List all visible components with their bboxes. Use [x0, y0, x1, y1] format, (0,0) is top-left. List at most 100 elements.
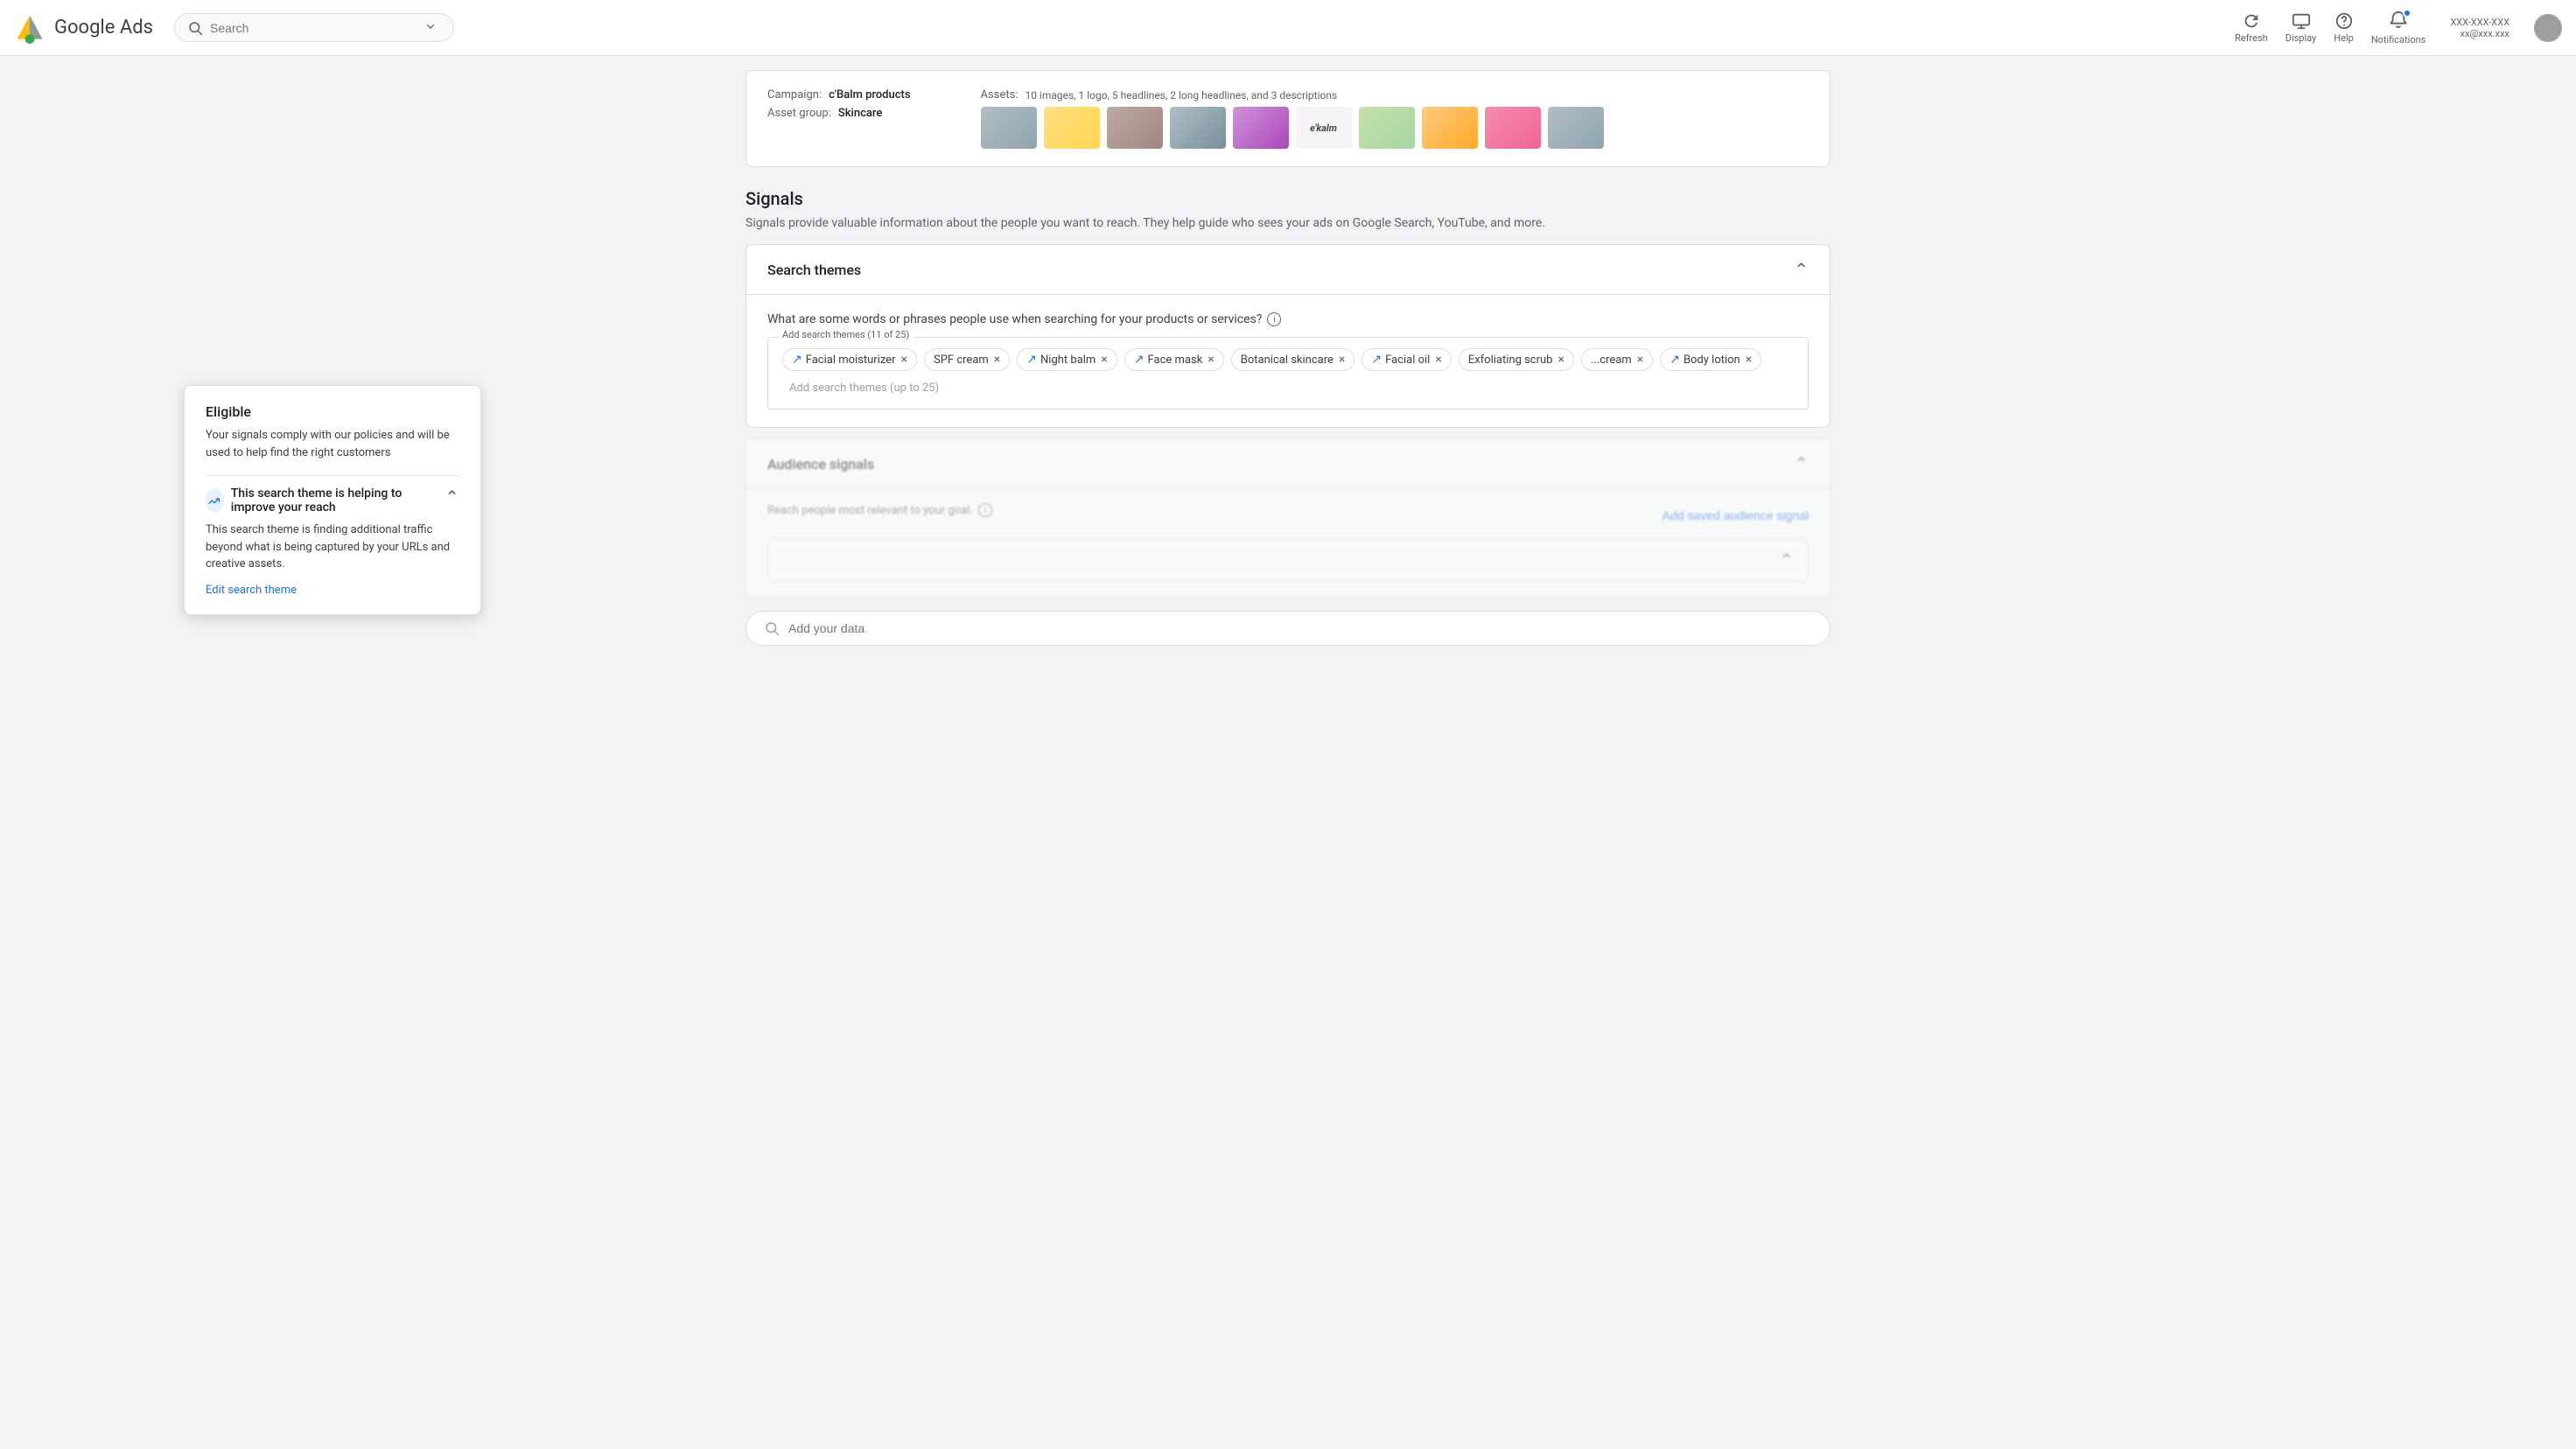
thumbnail-9: [1548, 107, 1604, 149]
chevron-up-icon-inner: ⌃: [1779, 550, 1794, 570]
search-themes-question: What are some words or phrases people us…: [767, 312, 1809, 326]
signals-description: Signals provide valuable information abo…: [746, 216, 1830, 230]
thumbnail-6: [1359, 107, 1415, 149]
info-icon[interactable]: i: [1267, 312, 1281, 326]
search-icon: [187, 20, 203, 36]
refresh-label: Refresh: [2235, 32, 2268, 44]
add-saved-signal-button[interactable]: Add saved audience signal: [1662, 508, 1809, 522]
trend-icon: ↗: [1670, 353, 1680, 367]
tag-label: SPF cream: [934, 354, 989, 367]
search-themes-title: Search themes: [767, 262, 861, 278]
campaign-card: Campaign: c'Balm products Asset group: S…: [746, 70, 1830, 167]
display-button[interactable]: Display: [2286, 11, 2317, 44]
app-title: Google Ads: [54, 17, 153, 38]
tag-remove-icon[interactable]: ×: [1208, 353, 1214, 367]
asset-group-value: Skincare: [838, 107, 882, 120]
tag-remove-icon[interactable]: ×: [1339, 353, 1345, 367]
asset-group-label: Asset group:: [767, 107, 831, 120]
tag-cream[interactable]: ...cream ×: [1581, 348, 1653, 371]
account-info: XXX-XXX-XXX xx@xxx.xxx: [2450, 17, 2510, 39]
tag-label: Exfoliating scrub: [1468, 354, 1553, 367]
tag-remove-icon[interactable]: ×: [901, 353, 907, 367]
search-dropdown-button[interactable]: [420, 19, 441, 36]
tag-label: ...cream: [1591, 354, 1632, 367]
signals-section: Signals Signals provide valuable informa…: [746, 188, 1830, 646]
audience-description: Reach people most relevant to your goal.…: [767, 503, 992, 517]
nav-actions: Refresh Display Help: [2235, 10, 2562, 46]
assets-description: 10 images, 1 logo, 5 headlines, 2 long h…: [1025, 89, 1337, 102]
tooltip-collapse-button[interactable]: ⌃: [444, 486, 459, 508]
tag-body-lotion[interactable]: ↗ Body lotion ×: [1660, 348, 1761, 371]
tag-botanical-skincare[interactable]: Botanical skincare ×: [1231, 348, 1355, 371]
google-ads-logo-icon: [14, 12, 46, 44]
tag-remove-icon[interactable]: ×: [1101, 353, 1107, 367]
tag-night-balm[interactable]: ↗ Night balm ×: [1017, 348, 1117, 371]
notifications-button[interactable]: Notifications: [2371, 10, 2426, 46]
thumbnail-7: [1422, 107, 1478, 149]
tag-remove-icon[interactable]: ×: [1637, 353, 1643, 367]
notification-badge-dot: [2403, 9, 2412, 18]
trend-icon: ↗: [1134, 353, 1144, 367]
thumbnail-5: [1233, 107, 1289, 149]
chevron-up-icon: ⌃: [1794, 259, 1809, 280]
tag-exfoliating-scrub[interactable]: Exfoliating scrub ×: [1459, 348, 1574, 371]
notifications-label: Notifications: [2371, 34, 2426, 46]
logo-area: Google Ads: [14, 12, 153, 44]
tag-label: Body lotion: [1684, 354, 1740, 367]
audience-row: Reach people most relevant to your goal.…: [767, 503, 1809, 528]
bottom-search-icon: [764, 620, 780, 636]
search-themes-card: Search themes ⌃ What are some words or p…: [746, 244, 1830, 428]
tag-spf-cream[interactable]: SPF cream ×: [924, 348, 1010, 371]
campaign-value: c'Balm products: [829, 88, 910, 102]
thumbnail-8: [1485, 107, 1541, 149]
tag-label: Facial moisturizer: [806, 354, 896, 367]
chevron-up-icon-audience: ⌃: [1794, 453, 1809, 474]
audience-info-icon[interactable]: i: [978, 503, 992, 517]
tag-remove-icon[interactable]: ×: [1558, 353, 1564, 367]
tag-label: Night balm: [1040, 354, 1096, 367]
trend-icon-circle: [206, 488, 224, 513]
tag-label: Facial oil: [1385, 354, 1430, 367]
thumbnail-3: [1107, 107, 1163, 149]
help-label: Help: [2334, 32, 2354, 44]
thumbnail-brand: e'kalm: [1296, 107, 1352, 149]
account-id-line2: xx@xxx.xxx: [2460, 28, 2510, 39]
bottom-search-bar[interactable]: [746, 611, 1830, 646]
tag-remove-icon[interactable]: ×: [994, 353, 1000, 367]
tooltip-body: Your signals comply with our policies an…: [206, 427, 459, 461]
audience-inner-header: ⌃: [768, 539, 1808, 581]
help-button[interactable]: Help: [2334, 11, 2354, 44]
search-input[interactable]: [210, 21, 413, 35]
tooltip-section-title: This search theme is helping to improve …: [206, 486, 438, 514]
tooltip-section: This search theme is helping to improve …: [206, 475, 459, 597]
audience-card-body: Reach people most relevant to your goal.…: [746, 489, 1830, 596]
tag-remove-icon[interactable]: ×: [1435, 353, 1441, 367]
tag-remove-icon[interactable]: ×: [1746, 353, 1752, 367]
user-avatar[interactable]: [2534, 14, 2562, 42]
audience-signals-title: Audience signals: [767, 456, 874, 472]
tag-label: Botanical skincare: [1241, 354, 1334, 367]
refresh-button[interactable]: Refresh: [2235, 11, 2268, 44]
audience-signals-header[interactable]: Audience signals ⌃: [746, 439, 1830, 489]
account-id-line1: XXX-XXX-XXX: [2450, 17, 2510, 28]
trend-icon: ↗: [1026, 353, 1037, 367]
search-themes-header[interactable]: Search themes ⌃: [746, 245, 1830, 295]
main-content: Campaign: c'Balm products Asset group: S…: [676, 56, 1900, 660]
trend-icon: ↗: [792, 353, 802, 367]
tooltip-section-header: This search theme is helping to improve …: [206, 486, 459, 514]
tag-label: Face mask: [1148, 354, 1203, 367]
tag-facial-moisturizer[interactable]: ↗ Facial moisturizer ×: [782, 348, 917, 371]
tags-label: Add search themes (11 of 25): [779, 329, 913, 340]
bottom-search-input[interactable]: [788, 621, 1812, 635]
display-label: Display: [2286, 32, 2317, 44]
tag-face-mask[interactable]: ↗ Face mask ×: [1124, 348, 1224, 371]
tag-facial-oil[interactable]: ↗ Facial oil ×: [1362, 348, 1451, 371]
edit-search-theme-link[interactable]: Edit search theme: [206, 584, 459, 597]
add-themes-placeholder[interactable]: Add search themes (up to 25): [782, 378, 946, 398]
search-bar[interactable]: [174, 13, 454, 42]
assets-label: Assets:: [981, 88, 1018, 102]
audience-signals-card: Audience signals ⌃ Reach people most rel…: [746, 438, 1830, 597]
tooltip-title: Eligible: [206, 403, 459, 420]
signals-title: Signals: [746, 188, 1830, 209]
thumbnail-1: [981, 107, 1037, 149]
